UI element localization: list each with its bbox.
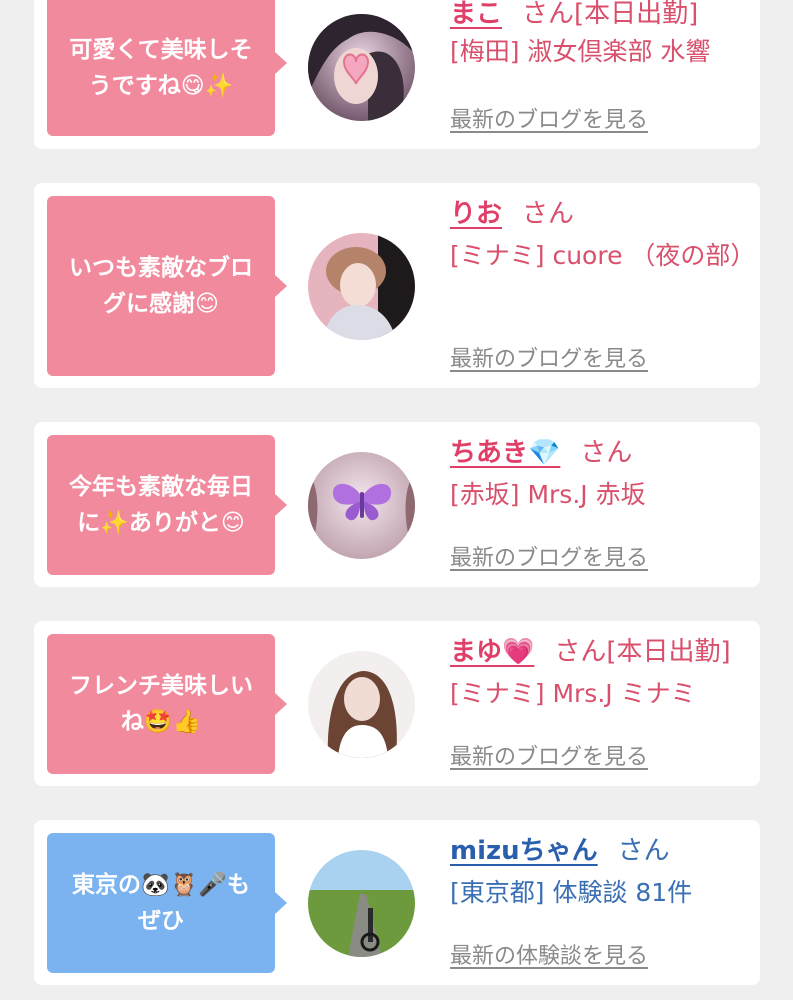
reviewer-info: まゆ💗 さん[本日出勤] [ミナミ] Mrs.J ミナミ <box>450 634 756 714</box>
reviewer-info: まこ さん[本日出勤] [梅田] 淑女倶楽部 水響 <box>450 0 756 72</box>
shop-name[interactable]: [赤坂] Mrs.J 赤坂 <box>450 475 756 515</box>
status-badge: [本日出勤] <box>606 637 731 667</box>
reviewer-info: ちあき💎 さん [赤坂] Mrs.J 赤坂 <box>450 435 756 515</box>
reviewer-name-link[interactable]: mizuちゃん <box>450 836 598 866</box>
avatar[interactable] <box>308 850 415 957</box>
message-line: に✨ありがと😊 <box>77 510 245 536</box>
honorific: さん <box>522 199 575 229</box>
reviewer-info: りお さん [ミナミ] cuore （夜の部） <box>450 196 756 276</box>
shop-name[interactable]: [ミナミ] cuore （夜の部） <box>450 236 756 276</box>
girl-name-link[interactable]: まゆ💗 <box>450 637 534 667</box>
honorific: さん <box>522 0 575 29</box>
message-bubble: 東京の🐼🦉🎤も ぜひ <box>47 833 287 973</box>
message-bubble: 今年も素敵な毎日 に✨ありがと😊 <box>47 435 287 575</box>
honorific: さん <box>554 637 607 667</box>
avatar[interactable] <box>308 452 415 559</box>
message-bubble: フレンチ美味しい ね🤩👍 <box>47 634 287 774</box>
message-bubble: いつも素敵なブロ グに感謝😊 <box>47 196 287 376</box>
latest-blog-link[interactable]: 最新のブログを見る <box>450 540 648 572</box>
review-card: 今年も素敵な毎日 に✨ありがと😊 ちあき💎 さん [赤坂] Mrs.J 赤坂 最新… <box>34 422 760 587</box>
message-line: ぜひ <box>137 908 184 934</box>
girl-name-link[interactable]: まこ <box>450 0 502 29</box>
latest-blog-link[interactable]: 最新のブログを見る <box>450 739 648 771</box>
latest-blog-link[interactable]: 最新のブログを見る <box>450 102 648 134</box>
message-line: いつも素敵なブロ <box>69 255 253 281</box>
avatar[interactable] <box>308 651 415 758</box>
review-card: いつも素敵なブロ グに感謝😊 りお さん [ミナミ] cuore （夜の部） 最新… <box>34 183 760 388</box>
message-line: グに感謝😊 <box>103 291 219 317</box>
latest-review-link[interactable]: 最新の体験談を見る <box>450 938 648 970</box>
message-line: うですね😋✨ <box>88 73 234 99</box>
status-badge: [本日出勤] <box>574 0 699 29</box>
honorific: さん <box>580 438 633 468</box>
message-line: 今年も素敵な毎日 <box>69 474 253 500</box>
message-line: ね🤩👍 <box>120 709 202 735</box>
avatar[interactable] <box>308 233 415 340</box>
honorific: さん <box>617 836 670 866</box>
review-card: 東京の🐼🦉🎤も ぜひ mizuちゃん さん [東京都] 体験談 81件 最新の体験… <box>34 820 760 985</box>
review-card: 可愛くて美味しそ うですね😋✨ まこ さん[本日出勤] [梅田] 淑女倶楽部 水響… <box>34 0 760 149</box>
girl-name-link[interactable]: りお <box>450 199 502 229</box>
avatar[interactable] <box>308 14 415 121</box>
review-card: フレンチ美味しい ね🤩👍 まゆ💗 さん[本日出勤] [ミナミ] Mrs.J ミナミ… <box>34 621 760 786</box>
message-bubble: 可愛くて美味しそ うですね😋✨ <box>47 0 287 136</box>
girl-name-link[interactable]: ちあき💎 <box>450 438 560 468</box>
message-line: 可愛くて美味しそ <box>69 37 253 63</box>
message-line: フレンチ美味しい <box>69 673 253 699</box>
area-review-count[interactable]: [東京都] 体験談 81件 <box>450 873 756 913</box>
shop-name[interactable]: [梅田] 淑女倶楽部 水響 <box>450 32 756 72</box>
message-line: 東京の🐼🦉🎤も <box>72 872 250 898</box>
reviewer-info: mizuちゃん さん [東京都] 体験談 81件 <box>450 833 756 913</box>
latest-blog-link[interactable]: 最新のブログを見る <box>450 341 648 373</box>
shop-name[interactable]: [ミナミ] Mrs.J ミナミ <box>450 674 756 714</box>
